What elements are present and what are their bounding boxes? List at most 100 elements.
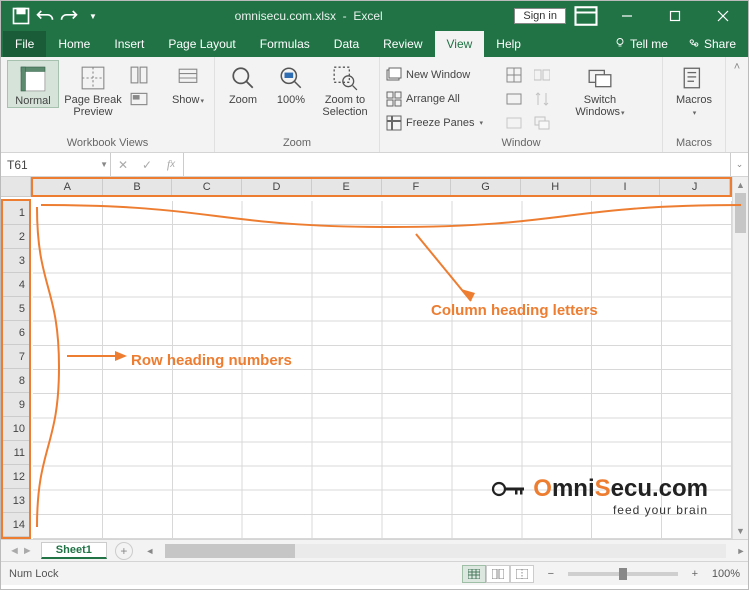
zoom-in-button[interactable]: + [688, 568, 702, 580]
horizontal-scrollbar[interactable] [165, 544, 726, 558]
sheet-nav-next-icon[interactable]: ► [22, 545, 33, 557]
sheet-nav-prev-icon[interactable]: ◄ [9, 545, 20, 557]
row-header[interactable]: 3 [3, 249, 29, 273]
maximize-button[interactable] [654, 2, 696, 30]
tab-insert[interactable]: Insert [102, 31, 156, 57]
column-headers[interactable]: A B C D E F G H I J [31, 177, 732, 197]
save-icon[interactable] [11, 6, 31, 26]
row-header[interactable]: 1 [3, 201, 29, 225]
view-normal-icon[interactable] [462, 565, 486, 583]
tab-home[interactable]: Home [46, 31, 102, 57]
row-header[interactable]: 12 [3, 465, 29, 489]
col-header[interactable]: C [172, 179, 242, 195]
qat-customize-icon[interactable]: ▼ [83, 6, 103, 26]
zoom-out-button[interactable]: − [544, 568, 558, 580]
custom-views-button[interactable] [127, 88, 151, 110]
new-window-button[interactable]: New Window [386, 64, 498, 86]
tab-page-layout[interactable]: Page Layout [156, 31, 247, 57]
col-header[interactable]: B [103, 179, 173, 195]
unhide-button[interactable] [502, 112, 526, 134]
undo-icon[interactable] [35, 6, 55, 26]
view-side-by-side-button[interactable] [530, 64, 554, 86]
sheet-tab-active[interactable]: Sheet1 [41, 542, 107, 559]
row-header[interactable]: 8 [3, 369, 29, 393]
show-dropdown[interactable]: Show▾ [168, 60, 208, 106]
new-sheet-button[interactable]: + [115, 542, 133, 560]
select-all-corner[interactable] [1, 177, 31, 197]
tab-data[interactable]: Data [322, 31, 371, 57]
page-layout-view-button[interactable] [127, 64, 151, 86]
zoom-slider[interactable] [568, 572, 678, 576]
vertical-scrollbar[interactable]: ▲ ▼ [732, 177, 748, 539]
bulb-icon [614, 37, 626, 52]
name-box[interactable]: T61 ▼ [1, 153, 111, 176]
col-header[interactable]: J [660, 179, 730, 195]
macros-button[interactable]: Macros▾ [669, 60, 719, 118]
minimize-button[interactable] [606, 2, 648, 30]
tab-view[interactable]: View [435, 31, 485, 57]
row-header[interactable]: 7 [3, 345, 29, 369]
col-header[interactable]: E [312, 179, 382, 195]
redo-icon[interactable] [59, 6, 79, 26]
sign-in-button[interactable]: Sign in [514, 8, 566, 24]
col-header[interactable]: F [382, 179, 452, 195]
ribbon-display-options-icon[interactable] [572, 5, 600, 27]
row-header[interactable]: 14 [3, 513, 29, 537]
freeze-panes-button[interactable]: Freeze Panes▾ [386, 112, 498, 134]
hscroll-right-icon[interactable]: ► [734, 546, 748, 556]
collapse-ribbon-icon[interactable]: ˄ [734, 61, 740, 73]
row-header[interactable]: 6 [3, 321, 29, 345]
zoom-to-selection-button[interactable]: Zoom to Selection [317, 60, 373, 118]
scroll-down-icon[interactable]: ▼ [733, 523, 748, 539]
view-page-layout-icon[interactable] [486, 565, 510, 583]
quick-access-toolbar: ▼ [5, 6, 103, 26]
arrange-all-button[interactable]: Arrange All [386, 88, 498, 110]
hscroll-thumb[interactable] [165, 544, 295, 558]
col-header[interactable]: D [242, 179, 312, 195]
zoom-100-button[interactable]: 100% [269, 60, 313, 106]
split-button[interactable] [502, 64, 526, 86]
name-box-dropdown-icon[interactable]: ▼ [100, 160, 108, 169]
hide-button[interactable] [502, 88, 526, 110]
switch-windows-button[interactable]: Switch Windows▾ [571, 60, 629, 118]
row-header[interactable]: 9 [3, 393, 29, 417]
zoom-100-icon [277, 64, 305, 92]
page-break-preview-button[interactable]: Page Break Preview [63, 60, 123, 118]
col-header[interactable]: I [591, 179, 661, 195]
row-header[interactable]: 10 [3, 417, 29, 441]
insert-function-icon[interactable]: fx [159, 157, 183, 172]
spreadsheet-area: A B C D E F G H I J 1 2 3 4 5 6 7 8 9 10… [1, 177, 748, 539]
row-headers[interactable]: 1 2 3 4 5 6 7 8 9 10 11 12 13 14 [1, 199, 31, 539]
normal-view-button[interactable]: Normal [7, 60, 59, 108]
tab-formulas[interactable]: Formulas [248, 31, 322, 57]
col-header[interactable]: A [33, 179, 103, 195]
zoom-slider-knob[interactable] [619, 568, 627, 580]
tab-help[interactable]: Help [484, 31, 533, 57]
tab-file[interactable]: File [3, 31, 46, 57]
reset-window-button[interactable] [530, 112, 554, 134]
scroll-up-icon[interactable]: ▲ [733, 177, 748, 193]
share-button[interactable]: Share [678, 31, 746, 57]
row-header[interactable]: 5 [3, 297, 29, 321]
zoom-button[interactable]: Zoom [221, 60, 265, 106]
col-header[interactable]: H [521, 179, 591, 195]
sync-scroll-button[interactable] [530, 88, 554, 110]
row-header[interactable]: 4 [3, 273, 29, 297]
tell-me-label: Tell me [630, 37, 668, 51]
row-header[interactable]: 2 [3, 225, 29, 249]
col-header[interactable]: G [451, 179, 521, 195]
group-label-workbook-views: Workbook Views [7, 137, 208, 152]
expand-formula-bar-icon[interactable]: ⌄ [730, 153, 748, 176]
view-page-break-icon[interactable] [510, 565, 534, 583]
row-header[interactable]: 13 [3, 489, 29, 513]
row-header[interactable]: 11 [3, 441, 29, 465]
close-button[interactable] [702, 2, 744, 30]
tab-review[interactable]: Review [371, 31, 434, 57]
formula-input[interactable] [184, 153, 730, 176]
scroll-thumb[interactable] [735, 193, 746, 233]
hscroll-left-icon[interactable]: ◄ [143, 546, 157, 556]
tell-me-button[interactable]: Tell me [604, 31, 678, 57]
zoom-icon [229, 64, 257, 92]
zoom-level[interactable]: 100% [712, 568, 740, 580]
cell-grid[interactable] [33, 201, 732, 539]
